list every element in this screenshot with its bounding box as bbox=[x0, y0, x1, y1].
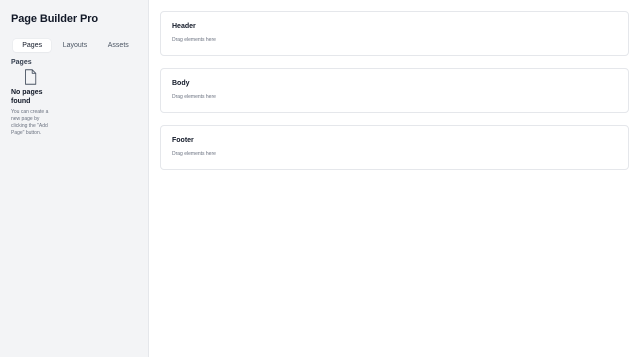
empty-state: No pages found You can create a new page… bbox=[11, 69, 49, 137]
tab-assets[interactable]: Assets bbox=[100, 39, 137, 52]
empty-state-description: You can create a new page by clicking th… bbox=[11, 109, 49, 136]
tab-pages[interactable]: Pages bbox=[13, 39, 52, 52]
body-dropzone[interactable]: Body Drag elements here bbox=[160, 68, 629, 113]
app-title: Page Builder Pro bbox=[11, 13, 99, 25]
sidebar-tabs: Pages Layouts Assets bbox=[11, 37, 137, 54]
header-section-title: Header bbox=[172, 23, 196, 30]
footer-dropzone[interactable]: Footer Drag elements here bbox=[160, 125, 629, 170]
canvas: Header Drag elements here Body Drag elem… bbox=[149, 0, 640, 357]
footer-section-title: Footer bbox=[172, 137, 194, 144]
footer-dropzone-hint: Drag elements here bbox=[172, 151, 216, 157]
pages-section-label: Pages bbox=[11, 59, 32, 66]
empty-state-title: No pages found bbox=[11, 89, 43, 105]
tab-layouts[interactable]: Layouts bbox=[54, 39, 95, 52]
app-root: Page Builder Pro Pages Layouts Assets Pa… bbox=[0, 0, 640, 357]
file-icon bbox=[24, 69, 36, 85]
header-dropzone-hint: Drag elements here bbox=[172, 37, 216, 43]
sidebar: Page Builder Pro Pages Layouts Assets Pa… bbox=[0, 0, 149, 357]
body-dropzone-hint: Drag elements here bbox=[172, 94, 216, 100]
header-dropzone[interactable]: Header Drag elements here bbox=[160, 11, 629, 56]
body-section-title: Body bbox=[172, 80, 190, 87]
